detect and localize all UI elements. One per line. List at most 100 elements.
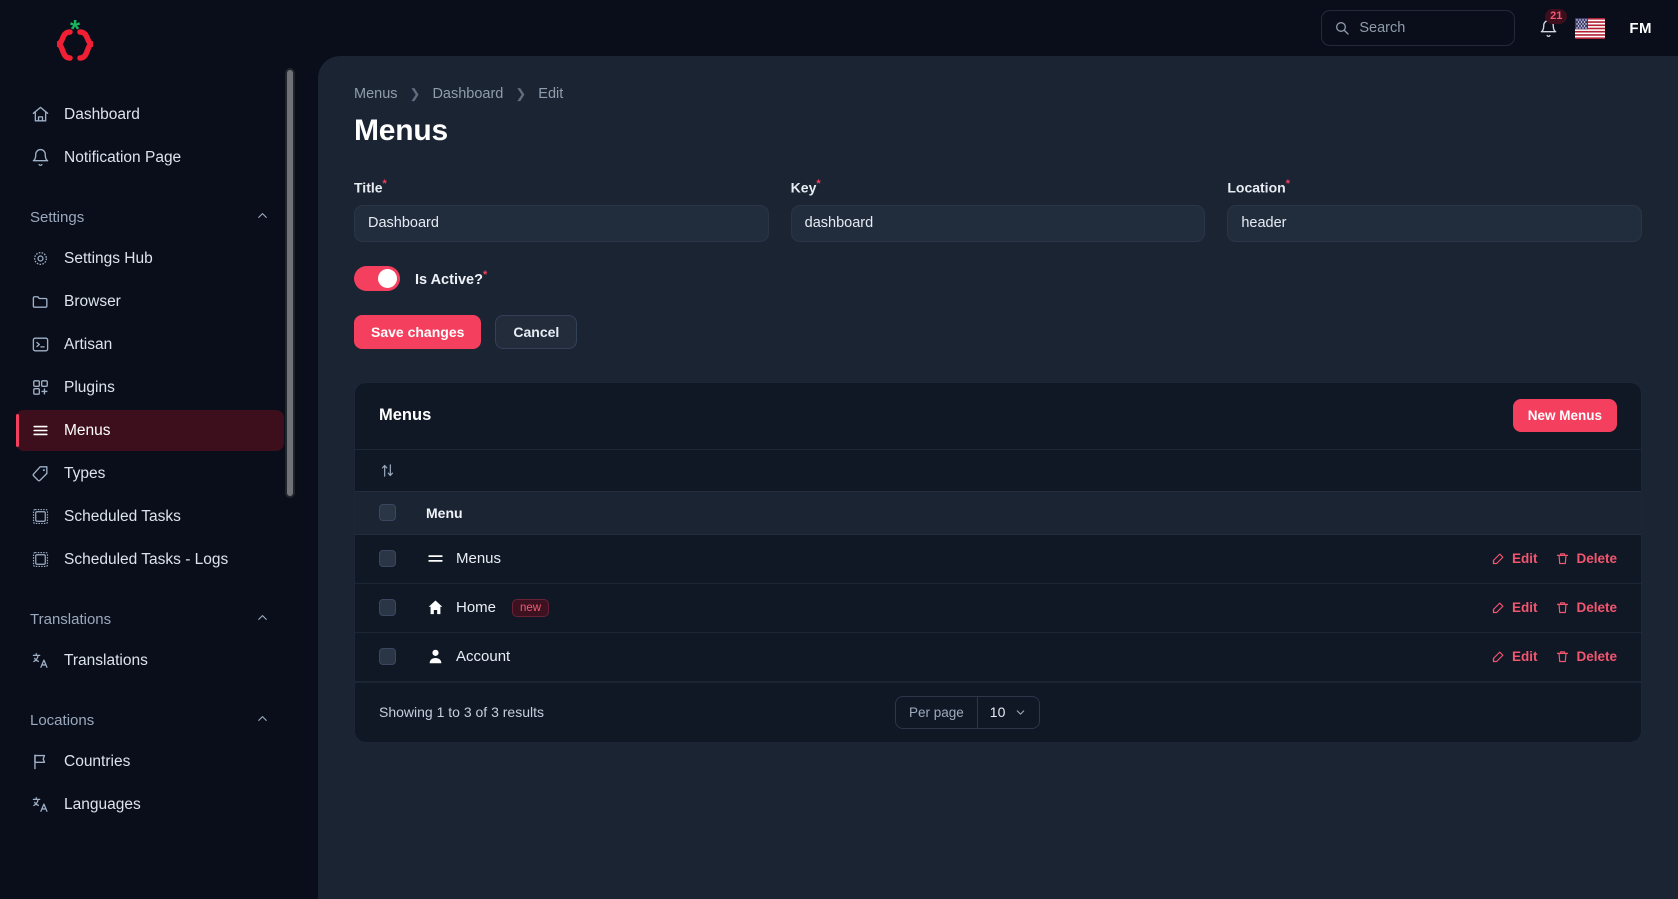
is-active-toggle[interactable]: [354, 265, 400, 291]
results-summary: Showing 1 to 3 of 3 results: [379, 704, 544, 721]
table-header-row: Menu: [355, 490, 1641, 535]
gear-icon: [30, 249, 50, 269]
per-page-value[interactable]: 10: [976, 696, 1040, 728]
sidebar-item-settings-hub[interactable]: Settings Hub: [16, 238, 284, 279]
trash-icon: [1555, 551, 1570, 566]
edit-label: Edit: [1511, 649, 1538, 665]
row-checkbox[interactable]: [379, 648, 396, 666]
form-actions: Save changes Cancel: [354, 314, 1642, 349]
breadcrumb: Menus ❯ Dashboard ❯ Edit: [354, 86, 1642, 102]
plugins-icon: [30, 378, 50, 398]
row-checkbox[interactable]: [379, 599, 396, 617]
search-placeholder: Search: [1359, 20, 1406, 36]
toggle-knob: [378, 268, 397, 288]
field-title: Title*: [354, 178, 769, 242]
sidebar-item-translations[interactable]: Translations: [16, 640, 284, 681]
save-changes-button[interactable]: Save changes: [354, 314, 482, 349]
sidebar-scrollbar[interactable]: [285, 68, 295, 498]
notifications-button[interactable]: 21: [1531, 9, 1568, 45]
edit-label: Edit: [1511, 551, 1538, 567]
pencil-square-icon: [1491, 551, 1506, 566]
new-menus-button[interactable]: New Menus: [1512, 399, 1617, 433]
sidebar-item-notification-page[interactable]: Notification Page: [16, 137, 284, 178]
sidebar-item-plugins[interactable]: Plugins: [16, 367, 284, 408]
folder-icon: [30, 292, 50, 312]
sidebar-item-label: Dashboard: [64, 105, 140, 123]
table-title: Menus: [379, 406, 432, 425]
search-icon: [1334, 20, 1350, 36]
sidebar-item-dashboard[interactable]: Dashboard: [16, 94, 284, 135]
chevron-right-icon: ❯: [409, 86, 421, 101]
select-all-checkbox[interactable]: [379, 504, 396, 522]
sidebar-item-artisan[interactable]: Artisan: [16, 324, 284, 365]
table-row: Account Edit Delete: [355, 633, 1641, 682]
edit-action[interactable]: Edit: [1491, 551, 1538, 567]
home-icon: [30, 105, 50, 125]
required-marker: *: [482, 268, 488, 281]
edit-action[interactable]: Edit: [1491, 600, 1537, 615]
right-pane: Search 21 FM Menus ❯ Dashboard ❯ Edit Me…: [300, 0, 1678, 899]
per-page-label: Per page: [909, 704, 964, 720]
breadcrumb-item-dashboard[interactable]: Dashboard: [432, 86, 503, 102]
breadcrumb-item-menus[interactable]: Menus: [354, 86, 398, 102]
sidebar-item-label: Browser: [64, 292, 121, 310]
sidebar-item-label: Types: [64, 464, 106, 482]
sidebar-item-label: Translations: [64, 651, 148, 669]
sidebar-item-label: Countries: [64, 752, 131, 770]
row-actions: Edit Delete: [1491, 551, 1617, 566]
label-text: Title: [354, 179, 383, 196]
key-input[interactable]: [790, 204, 1206, 242]
sidebar-item-scheduled-tasks[interactable]: Scheduled Tasks: [16, 496, 284, 537]
sidebar-group-translations[interactable]: Translations: [16, 602, 284, 636]
sort-arrows-icon[interactable]: [379, 462, 396, 479]
sidebar-item-menus[interactable]: Menus: [16, 410, 284, 451]
sidebar-group-settings[interactable]: Settings: [16, 200, 284, 234]
sidebar-group-label: Locations: [30, 711, 95, 729]
user-filled-icon: [426, 647, 445, 666]
table-row: Menus Edit Delete: [355, 535, 1641, 584]
search-input[interactable]: Search: [1321, 10, 1516, 46]
curly-braces-asterisk-logo: *: [48, 20, 102, 72]
us-flag-icon[interactable]: [1575, 17, 1606, 39]
sidebar-scrollbar-thumb[interactable]: [287, 70, 293, 496]
cancel-button[interactable]: Cancel: [495, 314, 578, 349]
sidebar-item-countries[interactable]: Countries: [16, 741, 284, 782]
chevron-down-icon: [1014, 706, 1027, 719]
sidebar-group-label: Translations: [30, 610, 112, 628]
delete-action[interactable]: Delete: [1555, 551, 1617, 566]
sidebar-item-types[interactable]: Types: [16, 453, 284, 494]
sidebar-item-browser[interactable]: Browser: [16, 281, 284, 322]
edit-action[interactable]: Edit: [1491, 649, 1538, 665]
title-input[interactable]: [354, 204, 769, 242]
row-checkbox[interactable]: [379, 550, 396, 568]
trash-icon: [1555, 600, 1570, 615]
per-page-number: 10: [989, 704, 1006, 721]
row-label: Home: [456, 599, 497, 617]
row-content: Home new: [426, 598, 1491, 617]
sidebar-item-languages[interactable]: Languages: [16, 784, 284, 825]
chevron-right-icon: ❯: [515, 86, 527, 101]
logo[interactable]: *: [0, 0, 300, 92]
sidebar-nav: Dashboard Notification Page Settings Set…: [0, 94, 300, 825]
field-key: Key*: [790, 178, 1206, 242]
field-location-label: Location*: [1227, 178, 1642, 196]
delete-action[interactable]: Delete: [1555, 649, 1617, 664]
row-actions: Edit Delete: [1491, 600, 1617, 615]
delete-action[interactable]: Delete: [1555, 600, 1617, 615]
label-text: Is Active?: [415, 271, 483, 288]
location-input[interactable]: [1227, 204, 1643, 242]
sidebar-item-label: Languages: [64, 795, 141, 813]
sidebar-item-scheduled-tasks-logs[interactable]: Scheduled Tasks - Logs: [16, 539, 284, 580]
field-location: Location*: [1227, 178, 1643, 242]
sidebar-item-label: Settings Hub: [64, 249, 153, 267]
per-page-selector[interactable]: Per page 10: [895, 695, 1041, 729]
is-active-row: Is Active?*: [354, 265, 1642, 291]
table-footer: Showing 1 to 3 of 3 results Per page 10: [355, 681, 1641, 742]
home-filled-icon: [426, 598, 445, 617]
sidebar-group-label: Settings: [30, 208, 85, 226]
trash-icon: [1555, 649, 1570, 664]
sidebar-group-locations[interactable]: Locations: [16, 703, 284, 737]
required-marker: *: [816, 178, 821, 190]
breadcrumb-item-edit[interactable]: Edit: [538, 86, 563, 102]
avatar[interactable]: FM: [1629, 20, 1652, 37]
